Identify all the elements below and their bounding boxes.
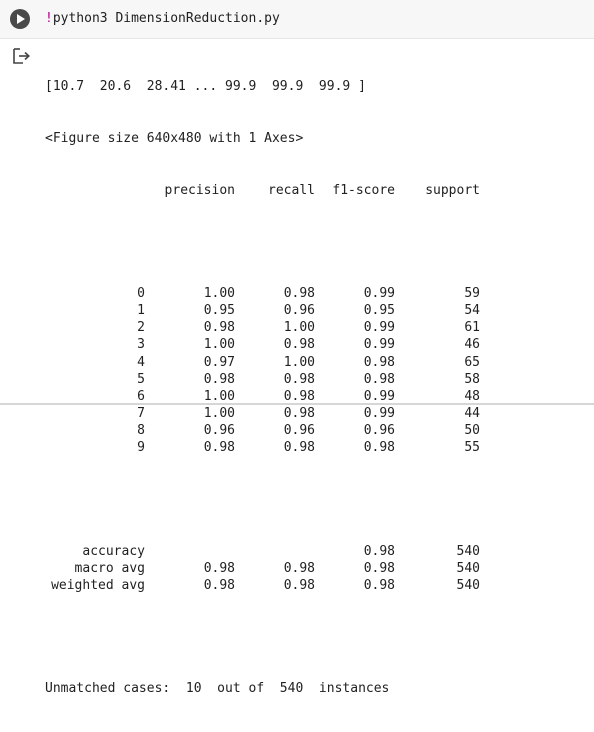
f1-score-value: 0.98 bbox=[363, 543, 395, 559]
f1-score-value: 0.98 bbox=[363, 371, 395, 387]
support-value: 55 bbox=[464, 440, 480, 456]
report-header-row: precision recall f1-score support bbox=[45, 182, 480, 199]
f1-score-value: 0.98 bbox=[363, 354, 395, 370]
header-precision: precision bbox=[164, 182, 235, 198]
class-report-row: 8 0.96 0.96 0.96 50 bbox=[45, 422, 480, 439]
class-report-row: 4 0.97 1.00 0.98 65 bbox=[45, 354, 480, 371]
precision-value: 0.98 bbox=[203, 371, 235, 387]
support-value: 59 bbox=[464, 285, 480, 301]
support-value: 46 bbox=[464, 337, 480, 353]
f1-score-value: 0.99 bbox=[363, 337, 395, 353]
class-rows: 0 1.00 0.98 0.99 59 1 0.95 0.96 0.95 54 2 0.98 1.00 0… bbox=[45, 285, 480, 457]
precision-value: 1.00 bbox=[203, 406, 235, 422]
precision-value: 0.97 bbox=[203, 354, 235, 370]
recall-value: 0.96 bbox=[283, 302, 315, 318]
class-report-row: 2 0.98 1.00 0.99 61 bbox=[45, 319, 480, 336]
class-report-row: 1 0.95 0.96 0.95 54 bbox=[45, 302, 480, 319]
unmatched-cases-line: Unmatched cases: 10 out of 540 instances bbox=[45, 681, 390, 697]
array-output-line: [10.7 20.6 28.41 ... 99.9 99.9 99.9 ] bbox=[45, 79, 366, 95]
row-label: 0 bbox=[137, 285, 145, 301]
row-label: macro avg bbox=[74, 560, 145, 576]
row-label: 2 bbox=[137, 320, 145, 336]
precision-value: 0.98 bbox=[203, 320, 235, 336]
class-report-row: 9 0.98 0.98 0.98 55 bbox=[45, 439, 480, 456]
support-value: 44 bbox=[464, 406, 480, 422]
code-input-row[interactable]: !python3 DimensionReduction.py bbox=[0, 0, 594, 39]
precision-value: 0.95 bbox=[203, 302, 235, 318]
recall-value: 0.98 bbox=[283, 285, 315, 301]
f1-score-value: 0.99 bbox=[363, 320, 395, 336]
row-label: 3 bbox=[137, 337, 145, 353]
support-value: 61 bbox=[464, 320, 480, 336]
summary-rows: accuracy 0.98 540 macro avg 0.98 0.98 0.98 540 w… bbox=[45, 543, 480, 595]
figure-output-line: <Figure size 640x480 with 1 Axes> bbox=[45, 131, 304, 146]
recall-value: 0.98 bbox=[283, 560, 315, 576]
support-value: 54 bbox=[464, 302, 480, 318]
recall-value: 1.00 bbox=[283, 354, 315, 370]
support-value: 540 bbox=[456, 578, 480, 594]
f1-score-value: 0.96 bbox=[363, 423, 395, 439]
f1-score-value: 0.98 bbox=[363, 578, 395, 594]
precision-value: 0.96 bbox=[203, 423, 235, 439]
row-label: 1 bbox=[137, 302, 145, 318]
precision-value: 1.00 bbox=[203, 388, 235, 404]
command-text: python3 DimensionReduction.py bbox=[52, 11, 280, 26]
f1-score-value: 0.95 bbox=[363, 302, 395, 318]
row-label: weighted avg bbox=[51, 578, 145, 594]
precision-value: 1.00 bbox=[203, 337, 235, 353]
f1-score-value: 0.99 bbox=[363, 406, 395, 422]
support-value: 58 bbox=[464, 371, 480, 387]
recall-value: 0.98 bbox=[283, 337, 315, 353]
class-report-row: 6 1.00 0.98 0.99 48 bbox=[45, 388, 480, 405]
precision-value: 0.98 bbox=[203, 440, 235, 456]
header-f1-score: f1-score bbox=[332, 182, 395, 198]
output-redirect-icon[interactable] bbox=[12, 47, 32, 65]
row-label: 6 bbox=[137, 388, 145, 404]
row-label: 5 bbox=[137, 371, 145, 387]
row-label: 9 bbox=[137, 440, 145, 456]
row-label: accuracy bbox=[82, 543, 145, 559]
code-line[interactable]: !python3 DimensionReduction.py bbox=[45, 10, 280, 27]
row-label: 7 bbox=[137, 406, 145, 422]
f1-score-value: 0.99 bbox=[363, 285, 395, 301]
class-report-row: 3 1.00 0.98 0.99 46 bbox=[45, 336, 480, 353]
header-recall: recall bbox=[268, 182, 315, 198]
run-cell-button[interactable] bbox=[10, 9, 30, 29]
recall-value: 0.98 bbox=[283, 440, 315, 456]
summary-report-row: weighted avg 0.98 0.98 0.98 540 bbox=[45, 577, 480, 594]
support-value: 540 bbox=[456, 543, 480, 559]
recall-value: 0.98 bbox=[283, 371, 315, 387]
f1-score-value: 0.98 bbox=[363, 560, 395, 576]
recall-value: 0.98 bbox=[283, 406, 315, 422]
summary-report-row: accuracy 0.98 540 bbox=[45, 543, 480, 560]
f1-score-value: 0.98 bbox=[363, 440, 395, 456]
f1-score-value: 0.99 bbox=[363, 388, 395, 404]
cell-output: [10.7 20.6 28.41 ... 99.9 99.9 99.9 ] <F… bbox=[45, 44, 480, 732]
shell-bang: ! bbox=[45, 11, 53, 26]
precision-value: 0.98 bbox=[203, 560, 235, 576]
support-value: 65 bbox=[464, 354, 480, 370]
class-report-row: 0 1.00 0.98 0.99 59 bbox=[45, 285, 480, 302]
recall-value: 0.96 bbox=[283, 423, 315, 439]
recall-value: 0.98 bbox=[283, 388, 315, 404]
summary-report-row: macro avg 0.98 0.98 0.98 540 bbox=[45, 560, 480, 577]
row-label: 4 bbox=[137, 354, 145, 370]
precision-value: 0.98 bbox=[203, 578, 235, 594]
class-report-row: 7 1.00 0.98 0.99 44 bbox=[45, 405, 480, 422]
play-icon bbox=[17, 14, 25, 24]
class-report-row: 5 0.98 0.98 0.98 58 bbox=[45, 371, 480, 388]
support-value: 50 bbox=[464, 423, 480, 439]
recall-value: 1.00 bbox=[283, 320, 315, 336]
recall-value: 0.98 bbox=[283, 578, 315, 594]
precision-value: 1.00 bbox=[203, 285, 235, 301]
support-value: 540 bbox=[456, 560, 480, 576]
support-value: 48 bbox=[464, 388, 480, 404]
header-support: support bbox=[425, 182, 480, 198]
notebook-cell: !python3 DimensionReduction.py [10.7 20.… bbox=[0, 0, 594, 696]
row-label: 8 bbox=[137, 423, 145, 439]
